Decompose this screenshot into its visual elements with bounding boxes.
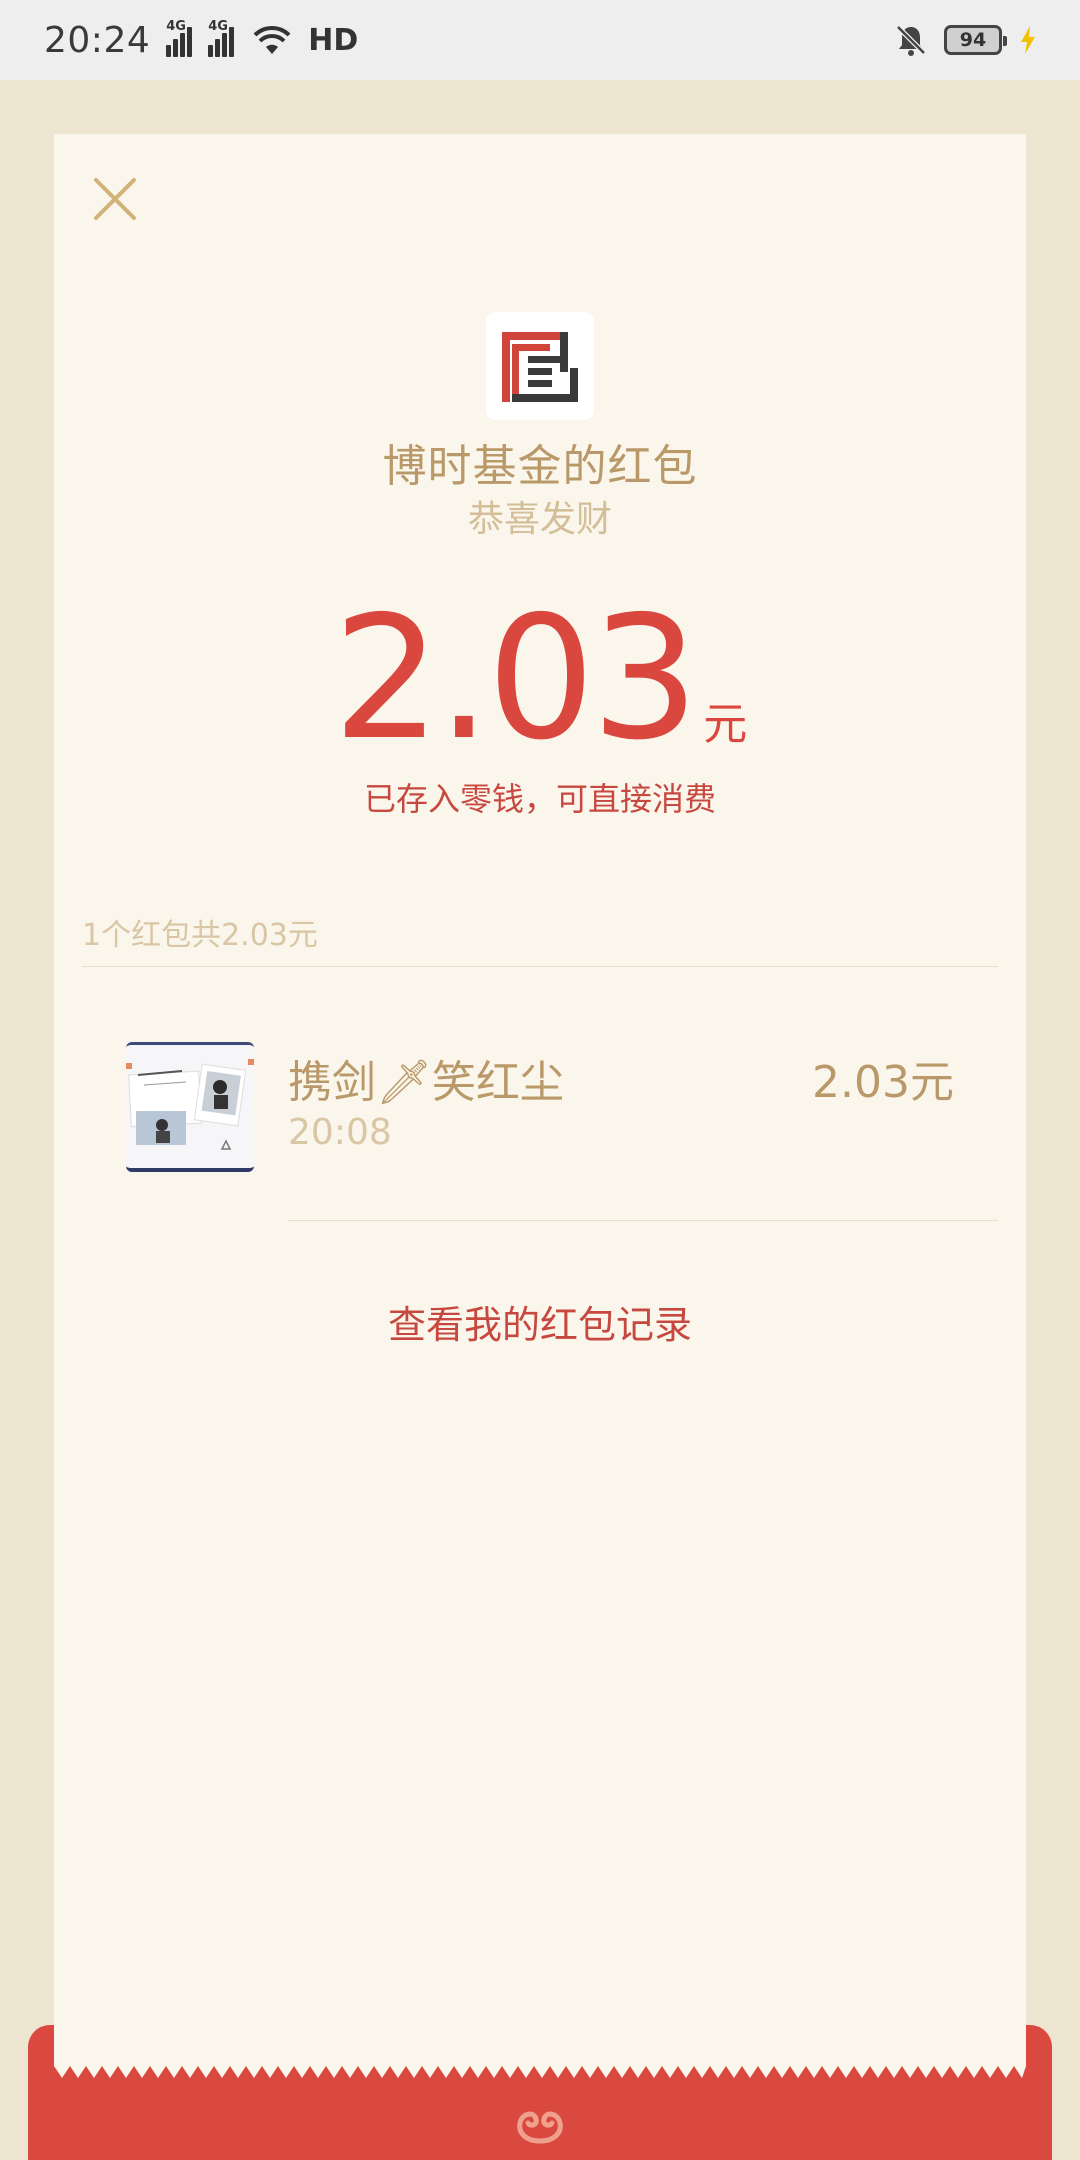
charging-icon [1021,26,1035,54]
receiver-time: 20:08 [288,1112,392,1153]
network-type-label: 4G [166,19,186,34]
receiver-name: 携剑🗡笑红尘 [288,1057,564,1108]
bosera-logo-icon [502,332,578,402]
wifi-icon [253,25,291,54]
avatar-photo-collage [126,1045,254,1168]
signal-icon-2: 4G [208,19,235,57]
status-bar: 20:24 4G 4G HD 94 [0,0,1080,80]
hd-label: HD [308,22,359,58]
card-zigzag-edge [54,2064,1026,2078]
sender-name: 博时基金的红包 [382,441,698,492]
sender-logo [486,312,594,420]
wechat-pay-swirl-icon [517,2111,563,2144]
signal-icon: 4G [166,19,193,57]
greeting-text: 恭喜发财 [467,499,612,540]
battery-icon: 94 [944,25,1007,55]
receiver-avatar[interactable] [126,1042,254,1172]
receiver-row[interactable]: 携剑🗡笑红尘 20:08 2.03元 [82,988,998,1324]
status-left: 20:24 4G 4G HD [44,19,359,61]
amount-value: 2.03 [332,580,700,778]
divider [288,1220,998,1221]
red-packet-detail-card: 博时基金的红包 恭喜发财 2.03 元 已存入零钱，可直接消费 1个红包共2.0… [54,134,1026,2078]
amount-unit: 元 [703,699,748,750]
close-icon[interactable] [90,174,140,224]
mute-bell-icon [896,25,926,56]
status-time: 20:24 [44,19,151,61]
deposit-note[interactable]: 已存入零钱，可直接消费 [54,774,1026,820]
packet-summary: 1个红包共2.03元 [82,918,318,953]
divider [82,966,998,967]
receiver-amount: 2.03元 [812,1057,954,1108]
view-history-link[interactable]: 查看我的红包记录 [54,1294,1026,1349]
battery-level: 94 [959,29,987,51]
amount-display: 2.03 元 [54,594,1026,764]
status-right: 94 [894,23,1038,57]
network-type-label-2: 4G [208,19,228,34]
